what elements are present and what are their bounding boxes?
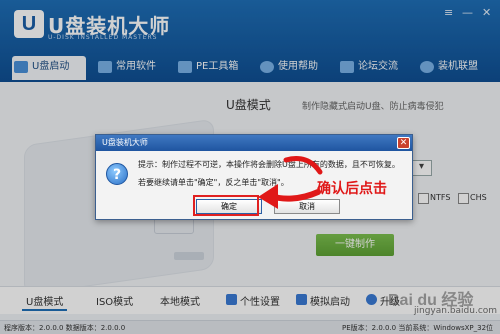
app-window: U U盘装机大师 U-DISK INSTALLED MASTERS ≡ — ✕ … (0, 0, 500, 334)
annotation-text: 确认后点击 (317, 181, 387, 197)
annotation-arrow-icon (258, 156, 323, 209)
